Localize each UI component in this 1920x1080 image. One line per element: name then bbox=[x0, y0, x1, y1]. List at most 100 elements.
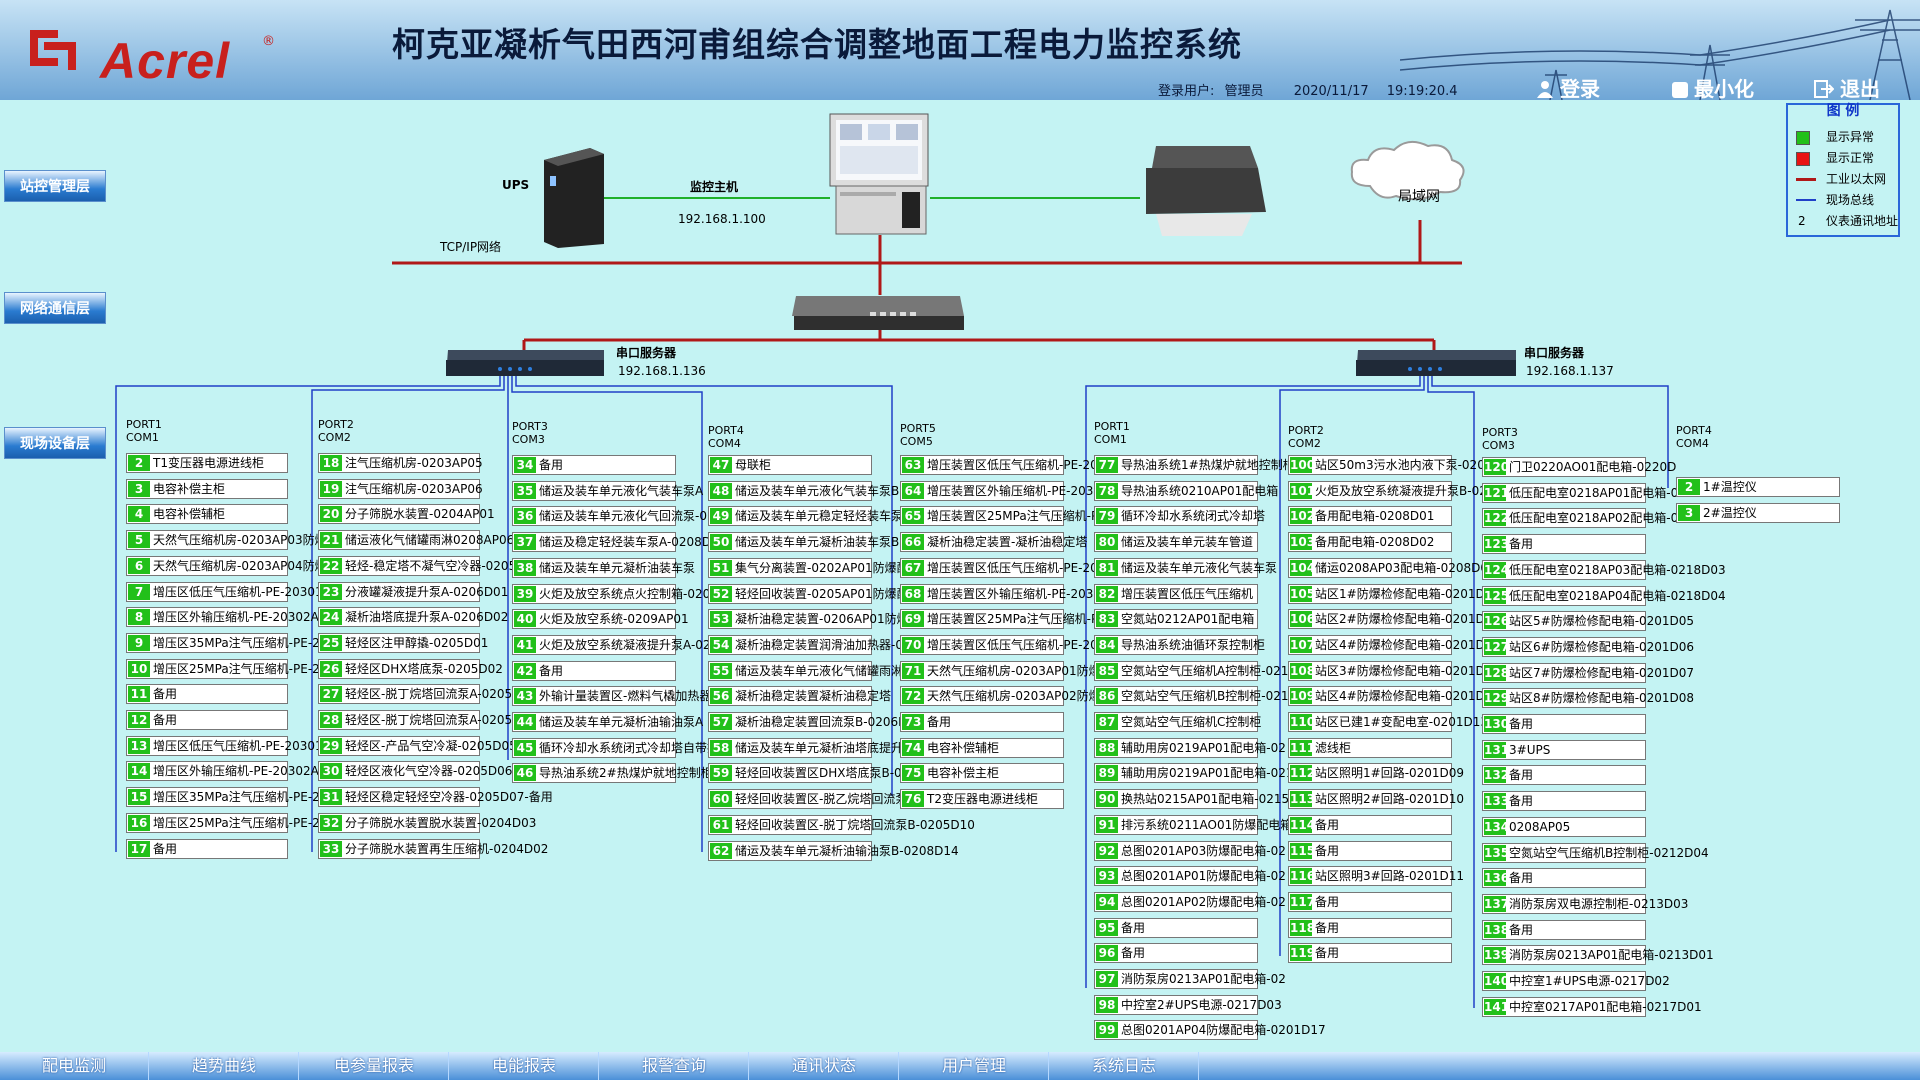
nav-parameter-report[interactable]: 电参量报表 bbox=[300, 1052, 449, 1080]
device-cell[interactable]: 122低压配电室0218AP02配电箱-0218D02 bbox=[1482, 508, 1726, 528]
device-cell[interactable]: 3 2#温控仪 bbox=[1676, 503, 1840, 523]
device-cell[interactable]: 110站区已建1#变配电室-0201D13 bbox=[1288, 712, 1488, 732]
device-cell[interactable]: 115备用 bbox=[1288, 841, 1452, 861]
device-cell[interactable]: 113站区照明2#回路-0201D10 bbox=[1288, 789, 1464, 809]
device-cell[interactable]: 58 储运及装车单元凝析油塔底提升泵B bbox=[708, 738, 923, 758]
device-cell[interactable]: 63 增压装置区低压气压缩机-PE-20301 bbox=[900, 455, 1121, 475]
device-cell[interactable]: 6 天然气压缩机房-0203AP04防爆 bbox=[126, 556, 327, 576]
device-cell[interactable]: 119备用 bbox=[1288, 943, 1452, 963]
device-cell[interactable]: 127站区6#防爆检修配电箱-0201D06 bbox=[1482, 637, 1694, 657]
device-cell[interactable]: 20 分子筛脱水装置-0204AP01 bbox=[318, 504, 495, 524]
device-cell[interactable]: 9 增压区35MPa注气压缩机-PE-20 bbox=[126, 633, 327, 653]
device-cell[interactable]: 72 天然气压缩机房-0203AP02防爆配电箱-0203D02 bbox=[900, 686, 1196, 706]
device-cell[interactable]: 95 备用 bbox=[1094, 918, 1258, 938]
device-cell[interactable]: 41 火炬及放空系统凝液提升泵A-02 bbox=[512, 635, 711, 655]
device-cell[interactable]: 35 储运及装车单元液化气装车泵A bbox=[512, 481, 703, 501]
device-cell[interactable]: 87 空氮站空气压缩机C控制柜 bbox=[1094, 712, 1261, 732]
device-cell[interactable]: 3 电容补偿主柜 bbox=[126, 479, 288, 499]
device-cell[interactable]: 19 注气压缩机房-0203AP06 bbox=[318, 479, 483, 499]
device-cell[interactable]: 33 分子筛脱水装置再生压缩机-0204D02 bbox=[318, 839, 548, 859]
device-cell[interactable]: 108站区3#防爆检修配电箱-0201D bbox=[1288, 661, 1485, 681]
device-cell[interactable]: 132备用 bbox=[1482, 765, 1646, 785]
device-cell[interactable]: 76 T2变压器电源进线柜 bbox=[900, 789, 1064, 809]
device-cell[interactable]: 55 储运及装车单元液化气储罐雨淋 bbox=[708, 661, 903, 681]
device-cell[interactable]: 141中控室0217AP01配电箱-0217D01 bbox=[1482, 997, 1702, 1017]
device-cell[interactable]: 11 备用 bbox=[126, 684, 288, 704]
nav-power-monitoring[interactable]: 配电监测 bbox=[0, 1052, 149, 1080]
device-cell[interactable]: 60 轻烃回收装置区-脱乙烷塔回流泵 bbox=[708, 789, 907, 809]
device-cell[interactable]: 112站区照明1#回路-0201D09 bbox=[1288, 763, 1464, 783]
device-cell[interactable]: 50 储运及装车单元凝析油装车泵B bbox=[708, 532, 899, 552]
device-cell[interactable]: 67 增压装置区低压气压缩机-PE-203 bbox=[900, 558, 1105, 578]
device-cell[interactable]: 29 轻烃区-产品气空冷凝-0205D05 bbox=[318, 736, 517, 756]
device-cell[interactable]: 10 增压区25MPa注气压缩机-PE-20 bbox=[126, 659, 327, 679]
device-cell[interactable]: 114备用 bbox=[1288, 815, 1452, 835]
device-cell[interactable]: 47 母联柜 bbox=[708, 455, 872, 475]
device-cell[interactable]: 69 增压装置区25MPa注气压缩机-PE bbox=[900, 609, 1106, 629]
device-cell[interactable]: 100站区50m3污水池内液下泵-0201 bbox=[1288, 455, 1492, 475]
device-cell[interactable]: 66 凝析油稳定装置-凝析油稳定塔 bbox=[900, 532, 1087, 552]
device-cell[interactable]: 88 辅助用房0219AP01配电箱-02 bbox=[1094, 738, 1286, 758]
device-cell[interactable]: 136备用 bbox=[1482, 868, 1646, 888]
nav-energy-report[interactable]: 电能报表 bbox=[450, 1052, 599, 1080]
device-cell[interactable]: 74 电容补偿辅柜 bbox=[900, 738, 1064, 758]
device-cell[interactable]: 37 储运及稳定轻烃装车泵A-0208D bbox=[512, 532, 711, 552]
device-cell[interactable]: 80 储运及装车单元装车管道 bbox=[1094, 532, 1258, 552]
device-cell[interactable]: 53 凝析油稳定装置-0206AP01防爆 bbox=[708, 609, 909, 629]
device-cell[interactable]: 16 增压区25MPa注气压缩机-PE-20 bbox=[126, 813, 327, 833]
device-cell[interactable]: 79 循环冷却水系统闭式冷却塔 bbox=[1094, 506, 1265, 526]
device-cell[interactable]: 105站区1#防爆检修配电箱-0201D bbox=[1288, 584, 1485, 604]
nav-system-log[interactable]: 系统日志 bbox=[1050, 1052, 1199, 1080]
device-cell[interactable]: 70 增压装置区低压气压缩机-PE-203 bbox=[900, 635, 1105, 655]
device-cell[interactable]: 15 增压区35MPa注气压缩机-PE-20 bbox=[126, 787, 327, 807]
device-cell[interactable]: 140中控室1#UPS电源-0217D02 bbox=[1482, 971, 1670, 991]
device-cell[interactable]: 96 备用 bbox=[1094, 943, 1258, 963]
device-cell[interactable]: 137消防泵房双电源控制柜-0213D03 bbox=[1482, 894, 1688, 914]
device-cell[interactable]: 135空氮站空气压缩机B控制柜-0212D04 bbox=[1482, 843, 1709, 863]
device-cell[interactable]: 129站区8#防爆检修配电箱-0201D08 bbox=[1482, 688, 1694, 708]
device-cell[interactable]: 34 备用 bbox=[512, 455, 676, 475]
device-cell[interactable]: 124低压配电室0218AP03配电箱-0218D03 bbox=[1482, 560, 1726, 580]
device-cell[interactable]: 77 导热油系统1#热煤炉就地控制柜-02 bbox=[1094, 455, 1314, 475]
nav-alarm-query[interactable]: 报警查询 bbox=[600, 1052, 749, 1080]
device-cell[interactable]: 133备用 bbox=[1482, 791, 1646, 811]
device-cell[interactable]: 31 轻烃区稳定轻烃空冷器-0205D07-备用 bbox=[318, 787, 553, 807]
device-cell[interactable]: 44 储运及装车单元凝析油输油泵A bbox=[512, 712, 703, 732]
nav-comm-status[interactable]: 通讯状态 bbox=[750, 1052, 899, 1080]
device-cell[interactable]: 75 电容补偿主柜 bbox=[900, 763, 1064, 783]
device-cell[interactable]: 109站区4#防爆检修配电箱-0201D bbox=[1288, 686, 1485, 706]
device-cell[interactable]: 30 轻烃区液化气空冷器-0205D06 bbox=[318, 761, 512, 781]
device-cell[interactable]: 24 凝析油塔底提升泵A-0206D02 bbox=[318, 607, 508, 627]
device-cell[interactable]: 101火炬及放空系统凝液提升泵B-02 bbox=[1288, 481, 1487, 501]
device-cell[interactable]: 99 总图0201AP04防爆配电箱-0201D17 bbox=[1094, 1020, 1326, 1040]
device-cell[interactable]: 125低压配电室0218AP04配电箱-0218D04 bbox=[1482, 586, 1726, 606]
device-cell[interactable]: 38 储运及装车单元凝析油装车泵 bbox=[512, 558, 695, 578]
nav-user-management[interactable]: 用户管理 bbox=[900, 1052, 1049, 1080]
device-cell[interactable]: 85 空氮站空气压缩机A控制柜-0212 bbox=[1094, 661, 1296, 681]
device-cell[interactable]: 65 增压装置区25MPa注气压缩机-PE bbox=[900, 506, 1106, 526]
device-cell[interactable]: 84 导热油系统油循环泵控制柜 bbox=[1094, 635, 1265, 655]
device-cell[interactable]: 45 循环冷却水系统闭式冷却塔自带控制柜 bbox=[512, 738, 743, 758]
device-cell[interactable]: 5 天然气压缩机房-0203AP03防爆 bbox=[126, 530, 327, 550]
device-cell[interactable]: 28 轻烃区-脱丁烷塔回流泵A-0205D bbox=[318, 710, 521, 730]
device-cell[interactable]: 123备用 bbox=[1482, 534, 1646, 554]
device-cell[interactable]: 52 轻烃回收装置-0205AP01防爆配 bbox=[708, 584, 909, 604]
device-cell[interactable]: 81 储运及装车单元液化气装车泵 bbox=[1094, 558, 1277, 578]
device-cell[interactable]: 43 外输计量装置区-燃料气橇加热器 bbox=[512, 686, 711, 706]
device-cell[interactable]: 23 分液罐凝液提升泵A-0206D01 bbox=[318, 582, 508, 602]
device-cell[interactable]: 2 T1变压器电源进线柜 bbox=[126, 453, 288, 473]
device-cell[interactable]: 116站区照明3#回路-0201D11 bbox=[1288, 866, 1464, 886]
device-cell[interactable]: 12 备用 bbox=[126, 710, 288, 730]
device-cell[interactable]: 86 空氮站空气压缩机B控制柜-0212 bbox=[1094, 686, 1296, 706]
device-cell[interactable]: 25 轻烃区注甲醇撬-0205D01 bbox=[318, 633, 488, 653]
device-cell[interactable]: 42 备用 bbox=[512, 661, 676, 681]
device-cell[interactable]: 40 火炬及放空系统-0209AP01 bbox=[512, 609, 689, 629]
device-cell[interactable]: 121低压配电室0218AP01配电箱-0 bbox=[1482, 483, 1678, 503]
device-cell[interactable]: 126站区5#防爆检修配电箱-0201D05 bbox=[1482, 611, 1694, 631]
device-cell[interactable]: 59 轻烃回收装置区DHX塔底泵B-0205 bbox=[708, 763, 925, 783]
device-cell[interactable]: 98 中控室2#UPS电源-0217D03 bbox=[1094, 995, 1282, 1015]
device-cell[interactable]: 94 总图0201AP02防爆配电箱-02 bbox=[1094, 892, 1286, 912]
device-cell[interactable]: 78 导热油系统0210AP01配电箱 bbox=[1094, 481, 1278, 501]
device-cell[interactable]: 13 增压区低压气压缩机-PE-20301 bbox=[126, 736, 323, 756]
device-cell[interactable]: 120门卫0220AO01配电箱-0220D bbox=[1482, 457, 1676, 477]
